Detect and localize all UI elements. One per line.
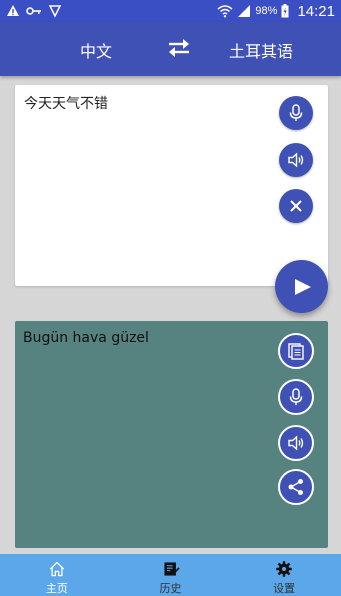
nav-history-label: 历史: [159, 582, 182, 595]
voice-input-button[interactable]: [279, 96, 313, 130]
play-arrow-icon: [294, 278, 311, 295]
source-language-button[interactable]: 中文: [80, 38, 112, 62]
share-icon: [288, 479, 303, 495]
battery-icon: [281, 4, 289, 18]
settings-icon: [276, 561, 292, 577]
status-bar-right: 98% 14:21: [217, 3, 335, 20]
copy-icon: [288, 343, 304, 360]
nav-home-label: 主页: [45, 582, 68, 595]
battery-percent: 98%: [255, 5, 278, 17]
nav-settings-label: 设置: [273, 582, 296, 595]
status-clock: 14:21: [297, 2, 335, 20]
signal-icon: [238, 5, 251, 17]
source-text-input[interactable]: 今天天气不错: [24, 93, 274, 113]
nav-home[interactable]: 主页: [0, 554, 114, 596]
source-input-card: 今天天气不错: [15, 85, 328, 286]
share-result-button[interactable]: [278, 469, 314, 505]
speaker-icon: [288, 152, 304, 168]
status-bar-left: [6, 4, 62, 18]
microphone-icon: [289, 388, 303, 405]
key-icon: [26, 7, 41, 15]
result-card: Bugün hava güzel: [15, 321, 328, 548]
voice-result-button[interactable]: [278, 379, 314, 415]
nav-settings[interactable]: 设置: [227, 554, 341, 596]
swap-icon: [169, 39, 189, 57]
home-icon: [49, 561, 64, 577]
clear-button[interactable]: [279, 189, 313, 223]
speaker-icon: [288, 435, 304, 451]
copy-result-button[interactable]: [278, 333, 314, 369]
target-language-button[interactable]: 土耳其语: [229, 38, 293, 62]
warning-icon: [7, 5, 19, 16]
microphone-icon: [289, 104, 303, 121]
status-bar: 98% 14:21: [0, 0, 341, 22]
result-text: Bugün hava güzel: [23, 330, 149, 346]
language-bar: 中文 土耳其语: [0, 22, 341, 76]
shield-icon: [48, 5, 62, 18]
swap-languages-button[interactable]: [166, 36, 192, 60]
wifi-icon: [217, 5, 233, 18]
history-icon: [163, 562, 180, 576]
close-icon: [290, 200, 302, 212]
nav-history[interactable]: 历史: [114, 554, 228, 596]
speak-result-button[interactable]: [278, 425, 314, 461]
speak-source-button[interactable]: [279, 143, 313, 177]
translate-button[interactable]: [275, 260, 328, 313]
bottom-navigation: 主页 历史 设置: [0, 554, 341, 596]
